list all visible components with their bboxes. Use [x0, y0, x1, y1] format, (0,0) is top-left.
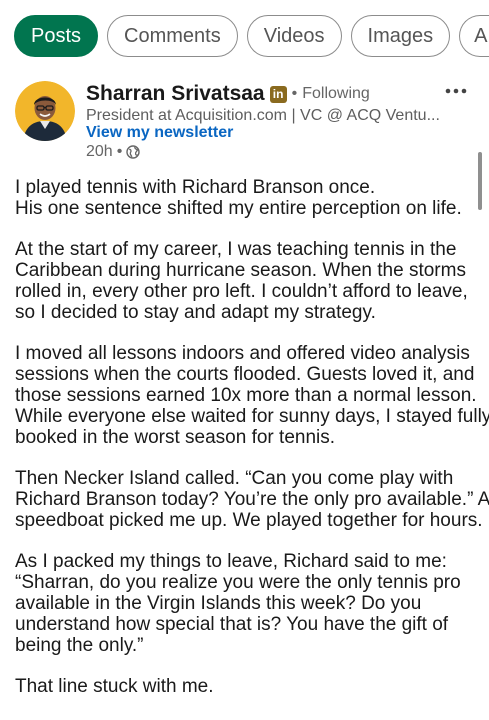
text-line: That line stuck with me. — [15, 676, 214, 698]
post-paragraph: As I packed my things to leave, Richard … — [15, 552, 477, 656]
follow-status: Following — [302, 85, 370, 102]
text-line: speedboat picked me up. We played togeth… — [15, 509, 483, 531]
text-line: I moved all lessons indoors and offered … — [15, 343, 470, 365]
linkedin-premium-badge-icon: in — [269, 85, 287, 103]
text-line: While everyone else waited for sunny day… — [15, 405, 489, 427]
post-paragraph: I played tennis with Richard Branson onc… — [15, 177, 477, 220]
content-filter-tabs: Posts Comments Videos Images A — [14, 15, 489, 59]
tab-images-label: Images — [367, 24, 434, 47]
tab-articles-partial[interactable]: A — [459, 15, 489, 57]
post-paragraph: Then Necker Island called. “Can you come… — [15, 468, 489, 531]
avatar-photo — [15, 81, 75, 141]
globe-icon — [126, 145, 141, 159]
text-line: His one sentence shifted my entire perce… — [15, 197, 462, 219]
post-paragraph: That line stuck with me. — [15, 676, 477, 698]
text-line: so I decided to stay and adapt my strate… — [15, 301, 376, 323]
post-meta: 20h • — [86, 143, 141, 161]
text-line: those sessions earned 10x more than a no… — [15, 384, 477, 406]
post-body: I played tennis with Richard Branson onc… — [15, 177, 489, 719]
separator-dot: • — [291, 85, 298, 102]
tab-posts[interactable]: Posts — [14, 15, 99, 57]
tab-comments[interactable]: Comments — [107, 15, 238, 57]
meta-separator: • — [116, 143, 123, 160]
text-line: At the start of my career, I was teachin… — [15, 239, 457, 261]
author-line: Sharran Srivatsaa in • Following — [86, 82, 370, 106]
text-line: understand how special that is? You have… — [15, 613, 449, 635]
text-line: “Sharran, do you realize you were the on… — [15, 572, 461, 594]
post-paragraph: I moved all lessons indoors and offered … — [15, 343, 489, 448]
tab-posts-label: Posts — [31, 24, 82, 47]
text-line: booked in the worst season for tennis. — [15, 426, 336, 448]
text-line: being the only.” — [15, 634, 144, 656]
text-line: rolled in, every other pro left. I could… — [15, 280, 468, 302]
tab-images[interactable]: Images — [350, 15, 451, 57]
tab-videos-label: Videos — [263, 24, 325, 47]
tab-comments-label: Comments — [124, 24, 221, 47]
text-line: As I packed my things to leave, Richard … — [15, 551, 447, 573]
text-line: Richard Branson today? You’re the only p… — [15, 488, 489, 510]
scrollbar[interactable] — [478, 152, 482, 210]
tab-articles-label: A — [474, 24, 488, 47]
author-name[interactable]: Sharran Srivatsaa — [86, 82, 265, 106]
author-avatar[interactable] — [15, 81, 75, 141]
author-headline: President at Acquisition.com | VC @ ACQ … — [86, 107, 440, 124]
text-line: I played tennis with Richard Branson onc… — [15, 177, 376, 198]
post-paragraph: At the start of my career, I was teachin… — [15, 240, 477, 323]
more-horizontal-icon[interactable] — [445, 86, 467, 96]
post-time: 20h — [86, 143, 113, 160]
text-line: Caribbean during hurricane season. When … — [15, 260, 466, 282]
view-newsletter-link[interactable]: View my newsletter — [86, 124, 233, 142]
text-line: Then Necker Island called. “Can you come… — [15, 468, 454, 490]
text-line: available in the Virgin Islands this wee… — [15, 592, 422, 614]
text-line: sessions when the courts flooded. Guests… — [15, 364, 475, 386]
tab-videos[interactable]: Videos — [246, 15, 342, 57]
